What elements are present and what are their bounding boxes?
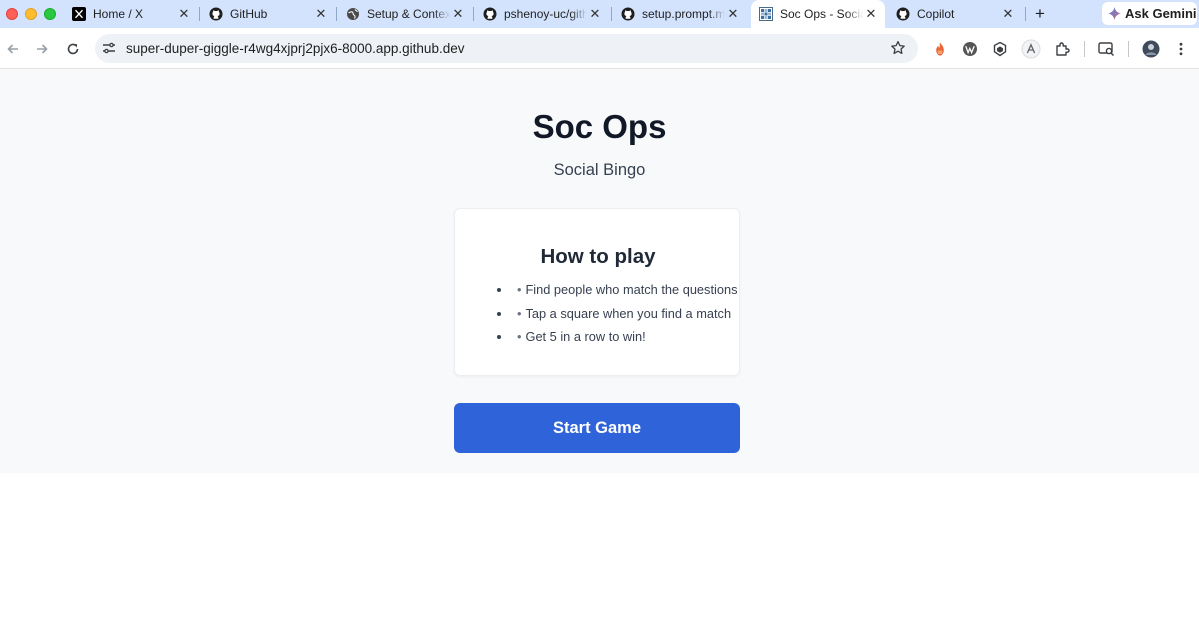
- rule-bullet-glyph: •: [517, 329, 522, 344]
- tab-separator: [473, 7, 474, 21]
- tab-title: Copilot: [917, 7, 955, 21]
- toolbar-separator: [1084, 41, 1085, 57]
- new-tab-button[interactable]: +: [1030, 4, 1050, 24]
- tab-soc-ops[interactable]: Soc Ops - Social Bingo ✕: [751, 0, 885, 28]
- plus-icon: +: [1035, 4, 1045, 23]
- reload-icon: [67, 43, 79, 55]
- forward-button[interactable]: [32, 39, 52, 59]
- rule-bullet-glyph: •: [517, 282, 522, 297]
- rules-list: • Find people who match the questions • Ta…: [497, 282, 737, 353]
- tab-title: GitHub: [230, 7, 268, 21]
- tab-title: setup.prompt.md: [642, 7, 725, 21]
- extension-flame-icon[interactable]: [930, 39, 950, 59]
- tab-separator: [1025, 7, 1026, 21]
- list-bullet: [497, 335, 501, 339]
- gemini-sparkle-icon: [1108, 7, 1121, 20]
- browser-toolbar: super-duper-giggle-r4wg4xjprj2pjx6-8000.…: [0, 28, 1199, 69]
- rule-bullet-glyph: •: [517, 305, 522, 321]
- forward-arrow-icon: [37, 44, 48, 54]
- shield-extension-icon[interactable]: [990, 39, 1010, 59]
- start-game-button[interactable]: Start Game: [454, 403, 740, 453]
- profile-avatar[interactable]: [1141, 39, 1161, 59]
- how-to-play-card: How to play • Find people who match the q…: [454, 208, 740, 376]
- rule-text: Find people who match the questions: [525, 282, 738, 297]
- github-icon: [621, 7, 635, 21]
- ask-gemini-button[interactable]: Ask Gemini: [1102, 2, 1197, 25]
- close-icon[interactable]: ✕: [450, 6, 466, 22]
- app-subtitle: Social Bingo: [553, 161, 646, 179]
- rule-item: • Get 5 in a row to win!: [497, 329, 737, 353]
- site-info-icon[interactable]: [102, 41, 116, 60]
- list-bullet: [497, 288, 501, 292]
- rule-text: Get 5 in a row to win!: [525, 329, 646, 344]
- app-title: Soc Ops: [532, 108, 667, 145]
- back-button[interactable]: [3, 39, 23, 59]
- github-icon: [483, 7, 497, 21]
- ask-gemini-label: Ask Gemini: [1125, 6, 1197, 21]
- tab-separator: [336, 7, 337, 21]
- tab-title: pshenoy-uc/github: [504, 7, 587, 21]
- rule-item: • Tap a square when you find a match: [497, 306, 737, 330]
- github-icon: [209, 7, 223, 21]
- window-minimize-button[interactable]: [25, 8, 37, 20]
- wordpress-extension-icon[interactable]: [960, 39, 980, 59]
- back-arrow-icon: [7, 44, 18, 54]
- github-icon: [896, 7, 910, 21]
- tab-separator: [611, 7, 612, 21]
- tab-github[interactable]: GitHub ✕: [201, 0, 335, 28]
- tab-home-x[interactable]: Home / X ✕: [64, 0, 198, 28]
- close-icon[interactable]: ✕: [1000, 6, 1016, 22]
- extensions-puzzle-icon[interactable]: [1052, 39, 1072, 59]
- rule-text: Tap a square when you find a match: [525, 305, 732, 321]
- globe-icon: [346, 7, 360, 21]
- toolbar-separator: [1128, 41, 1129, 57]
- app-page: Soc Ops Social Bingo How to play • Find p…: [0, 69, 1199, 473]
- window-close-button[interactable]: [6, 8, 18, 20]
- more-menu-icon[interactable]: [1171, 39, 1191, 59]
- bookmark-star-icon[interactable]: [890, 40, 906, 61]
- tab-title: Setup & Context: [367, 7, 450, 21]
- tab-setup-prompt[interactable]: setup.prompt.md ✕: [613, 0, 747, 28]
- close-icon[interactable]: ✕: [176, 6, 192, 22]
- tab-title: Soc Ops - Social Bingo: [780, 7, 863, 21]
- tab-separator: [199, 7, 200, 21]
- reload-button[interactable]: [63, 39, 83, 59]
- address-bar[interactable]: super-duper-giggle-r4wg4xjprj2pjx6-8000.…: [95, 34, 918, 63]
- tab-title: Home / X: [93, 7, 144, 21]
- list-bullet: [497, 311, 501, 316]
- tab-copilot[interactable]: Copilot ✕: [888, 0, 1022, 28]
- url-text[interactable]: super-duper-giggle-r4wg4xjprj2pjx6-8000.…: [126, 41, 464, 56]
- window-maximize-button[interactable]: [44, 8, 56, 20]
- close-icon[interactable]: ✕: [587, 6, 603, 22]
- media-search-icon[interactable]: [1096, 39, 1116, 59]
- grid-favicon-icon: [759, 7, 773, 21]
- tab-strip: Home / X ✕ GitHub ✕ Setup & Context ✕ ps…: [0, 0, 1199, 28]
- how-to-play-heading: How to play: [540, 245, 656, 268]
- close-icon[interactable]: ✕: [313, 6, 329, 22]
- rule-item: • Find people who match the questions: [497, 282, 737, 306]
- close-icon[interactable]: ✕: [863, 6, 879, 22]
- close-icon[interactable]: ✕: [725, 6, 741, 22]
- tab-setup-context[interactable]: Setup & Context ✕: [338, 0, 472, 28]
- profile-badge-extension-icon[interactable]: [1021, 39, 1041, 59]
- x-logo-icon: [72, 7, 86, 21]
- tab-pshenoy-repo[interactable]: pshenoy-uc/github ✕: [475, 0, 609, 28]
